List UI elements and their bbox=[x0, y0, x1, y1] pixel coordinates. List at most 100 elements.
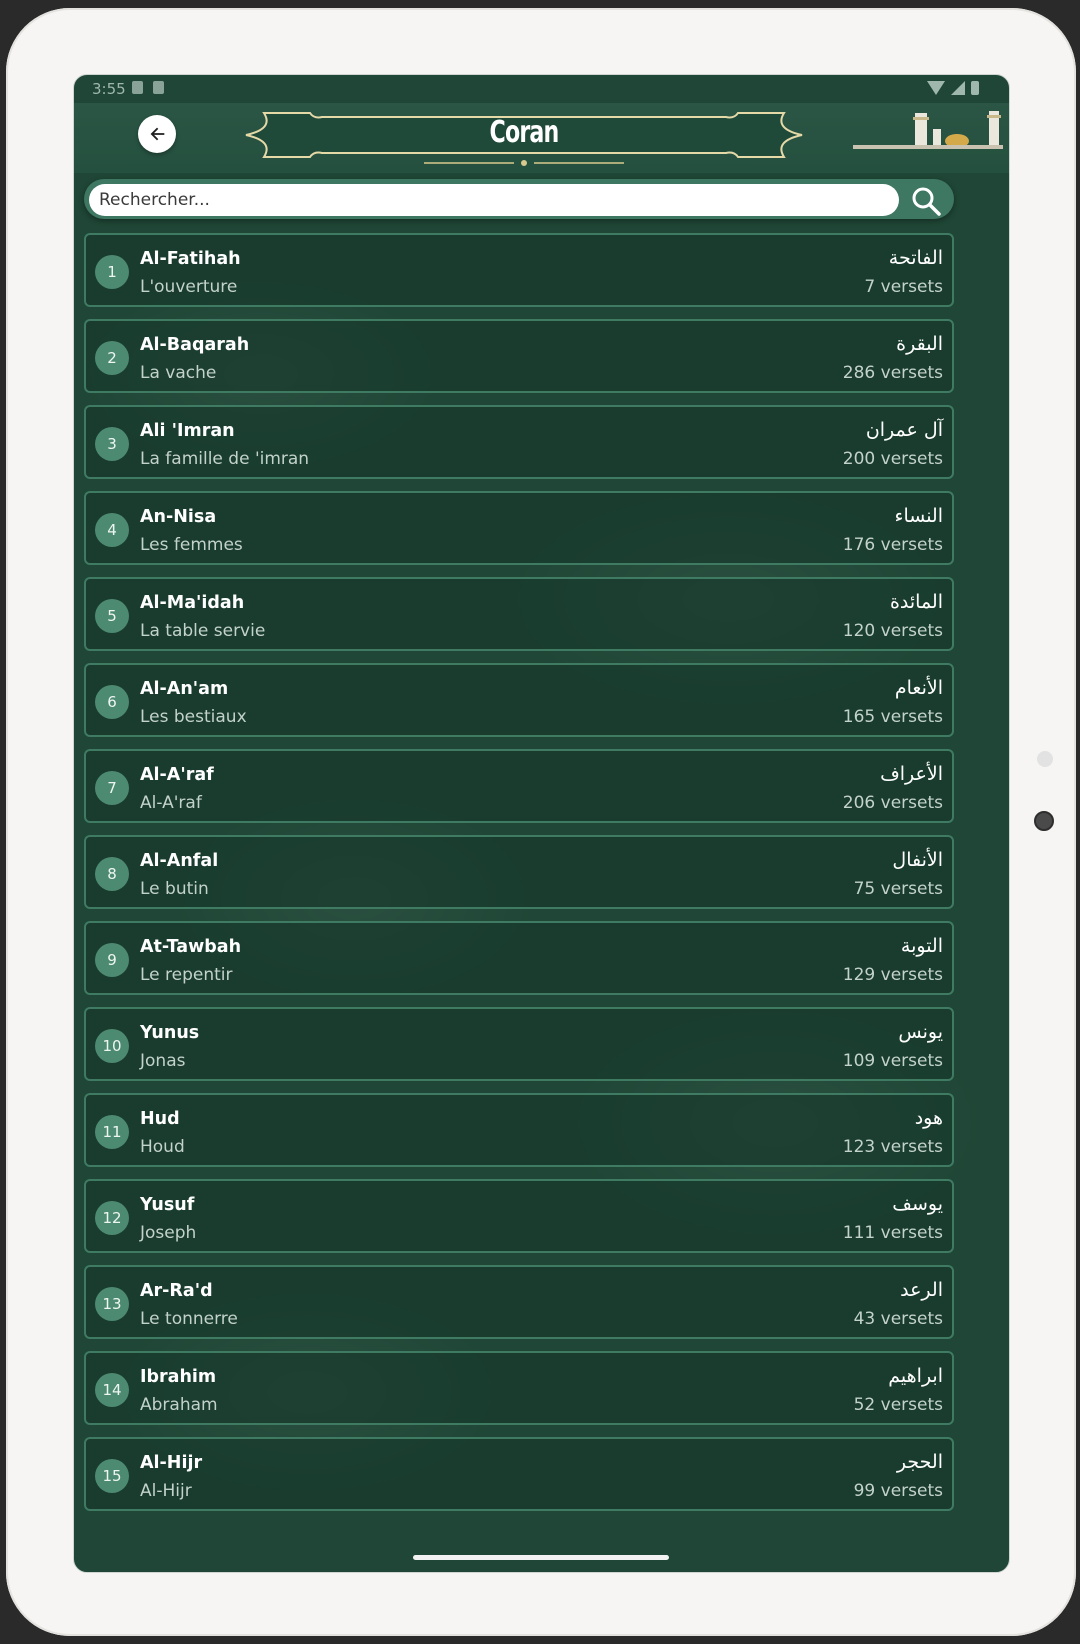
surah-arabic-name: النساء bbox=[894, 505, 943, 527]
page-title: Coran bbox=[489, 115, 560, 150]
arrow-left-icon bbox=[150, 127, 165, 141]
surah-arabic-name: الأنعام bbox=[894, 677, 943, 699]
surah-translation: Le butin bbox=[140, 879, 209, 899]
surah-number-badge: 2 bbox=[95, 341, 129, 375]
surah-list-item[interactable]: 13 Ar-Ra'd Le tonnerre الرعد 43 versets bbox=[84, 1265, 954, 1339]
surah-number-badge: 7 bbox=[95, 771, 129, 805]
search-icon[interactable] bbox=[910, 185, 942, 217]
title-frame: Coran bbox=[234, 109, 814, 169]
surah-name: Al-An'am bbox=[140, 679, 229, 699]
search-input[interactable] bbox=[89, 184, 899, 216]
surah-arabic-name: الرعد bbox=[900, 1279, 943, 1301]
surah-number-badge: 1 bbox=[95, 255, 129, 289]
app-screen: 3:55 Coran Rechercher... 1 Al-Fatihah L'… bbox=[73, 74, 1010, 1573]
app-header: Coran bbox=[74, 103, 1009, 173]
surah-number-badge: 4 bbox=[95, 513, 129, 547]
surah-translation: Les femmes bbox=[140, 535, 243, 555]
surah-list-item[interactable]: 4 An-Nisa Les femmes النساء 176 versets bbox=[84, 491, 954, 565]
surah-number-badge: 3 bbox=[95, 427, 129, 461]
surah-verse-count: 206 versets bbox=[842, 793, 943, 813]
surah-arabic-name: البقرة bbox=[896, 333, 943, 355]
surah-name: Al-Baqarah bbox=[140, 335, 250, 355]
surah-translation: L'ouverture bbox=[140, 277, 238, 297]
surah-list-item[interactable]: 10 Yunus Jonas يونس 109 versets bbox=[84, 1007, 954, 1081]
surah-verse-count: 165 versets bbox=[842, 707, 943, 727]
back-button[interactable] bbox=[138, 115, 176, 153]
surah-list-item[interactable]: 5 Al-Ma'idah La table servie المائدة 120 ver… bbox=[84, 577, 954, 651]
surah-translation: La vache bbox=[140, 363, 217, 383]
surah-translation: Jonas bbox=[140, 1051, 186, 1071]
surah-name: Ibrahim bbox=[140, 1367, 217, 1387]
surah-list-item[interactable]: 8 Al-Anfal Le butin الأنفال 75 versets bbox=[84, 835, 954, 909]
surah-number-badge: 12 bbox=[95, 1201, 129, 1235]
surah-name: At-Tawbah bbox=[140, 937, 242, 957]
surah-number-badge: 6 bbox=[95, 685, 129, 719]
surah-verse-count: 111 versets bbox=[842, 1223, 943, 1243]
surah-list-item[interactable]: 1 Al-Fatihah L'ouverture الفاتحة 7 versets bbox=[84, 233, 954, 307]
surah-verse-count: 129 versets bbox=[842, 965, 943, 985]
surah-number-badge: 8 bbox=[95, 857, 129, 891]
surah-arabic-name: يونس bbox=[898, 1021, 943, 1043]
surah-verse-count: 123 versets bbox=[842, 1137, 943, 1157]
mosque-icon bbox=[853, 111, 1003, 149]
surah-arabic-name: ابراهيم bbox=[888, 1365, 943, 1387]
surah-verse-count: 109 versets bbox=[842, 1051, 943, 1071]
surah-translation: La famille de 'imran bbox=[140, 449, 310, 469]
surah-number-badge: 5 bbox=[95, 599, 129, 633]
home-indicator[interactable] bbox=[413, 1555, 669, 1560]
surah-verse-count: 7 versets bbox=[864, 277, 943, 297]
surah-list-item[interactable]: 6 Al-An'am Les bestiaux الأنعام 165 versets bbox=[84, 663, 954, 737]
surah-arabic-name: هود bbox=[914, 1107, 943, 1129]
surah-list-item[interactable]: 7 Al-A'raf Al-A'raf الأعراف 206 versets bbox=[84, 749, 954, 823]
surah-list-item[interactable]: 11 Hud Houd هود 123 versets bbox=[84, 1093, 954, 1167]
surah-name: Al-A'raf bbox=[140, 765, 214, 785]
surah-number-badge: 10 bbox=[95, 1029, 129, 1063]
surah-verse-count: 43 versets bbox=[853, 1309, 943, 1329]
surah-name: An-Nisa bbox=[140, 507, 217, 527]
surah-translation: Joseph bbox=[140, 1223, 197, 1243]
surah-list-item[interactable]: 2 Al-Baqarah La vache البقرة 286 versets bbox=[84, 319, 954, 393]
surah-number-badge: 9 bbox=[95, 943, 129, 977]
surah-verse-count: 99 versets bbox=[853, 1481, 943, 1501]
surah-name: Al-Fatihah bbox=[140, 249, 241, 269]
surah-translation: Les bestiaux bbox=[140, 707, 247, 727]
surah-arabic-name: الأنفال bbox=[892, 849, 943, 871]
surah-list-item[interactable]: 14 Ibrahim Abraham ابراهيم 52 versets bbox=[84, 1351, 954, 1425]
surah-arabic-name: آل عمران bbox=[865, 419, 943, 441]
status-notification-icons bbox=[132, 81, 164, 94]
surah-name: Al-Hijr bbox=[140, 1453, 203, 1473]
wifi-icon bbox=[927, 81, 945, 95]
side-sensor bbox=[1037, 751, 1053, 767]
surah-translation: Le tonnerre bbox=[140, 1309, 238, 1329]
surah-name: Yusuf bbox=[140, 1195, 195, 1215]
sd-card-icon bbox=[132, 81, 143, 94]
status-system-icons bbox=[927, 81, 979, 95]
signal-icon bbox=[951, 81, 965, 95]
surah-list-item[interactable]: 3 Ali 'Imran La famille de 'imran آل عمران 2… bbox=[84, 405, 954, 479]
status-time: 3:55 bbox=[92, 80, 126, 98]
surah-name: Al-Ma'idah bbox=[140, 593, 245, 613]
surah-verse-count: 75 versets bbox=[853, 879, 943, 899]
surah-name: Ali 'Imran bbox=[140, 421, 235, 441]
surah-name: Ar-Ra'd bbox=[140, 1281, 213, 1301]
surah-verse-count: 286 versets bbox=[842, 363, 943, 383]
surah-verse-count: 120 versets bbox=[842, 621, 943, 641]
surah-list-item[interactable]: 12 Yusuf Joseph يوسف 111 versets bbox=[84, 1179, 954, 1253]
surah-arabic-name: الفاتحة bbox=[888, 247, 943, 269]
surah-list: 1 Al-Fatihah L'ouverture الفاتحة 7 versets 2 A… bbox=[84, 233, 954, 1523]
side-camera bbox=[1034, 811, 1054, 831]
surah-arabic-name: المائدة bbox=[889, 591, 943, 613]
surah-translation: La table servie bbox=[140, 621, 266, 641]
surah-translation: Al-Hijr bbox=[140, 1481, 192, 1501]
surah-translation: Abraham bbox=[140, 1395, 218, 1415]
surah-list-item[interactable]: 15 Al-Hijr Al-Hijr الحجر 99 versets bbox=[84, 1437, 954, 1511]
surah-name: Yunus bbox=[140, 1023, 200, 1043]
surah-arabic-name: التوبة bbox=[900, 935, 943, 957]
surah-number-badge: 11 bbox=[95, 1115, 129, 1149]
surah-name: Hud bbox=[140, 1109, 180, 1129]
search-bar bbox=[84, 179, 954, 219]
surah-translation: Le repentir bbox=[140, 965, 233, 985]
surah-arabic-name: الأعراف bbox=[880, 763, 943, 785]
battery-icon bbox=[971, 81, 979, 95]
surah-list-item[interactable]: 9 At-Tawbah Le repentir التوبة 129 versets bbox=[84, 921, 954, 995]
